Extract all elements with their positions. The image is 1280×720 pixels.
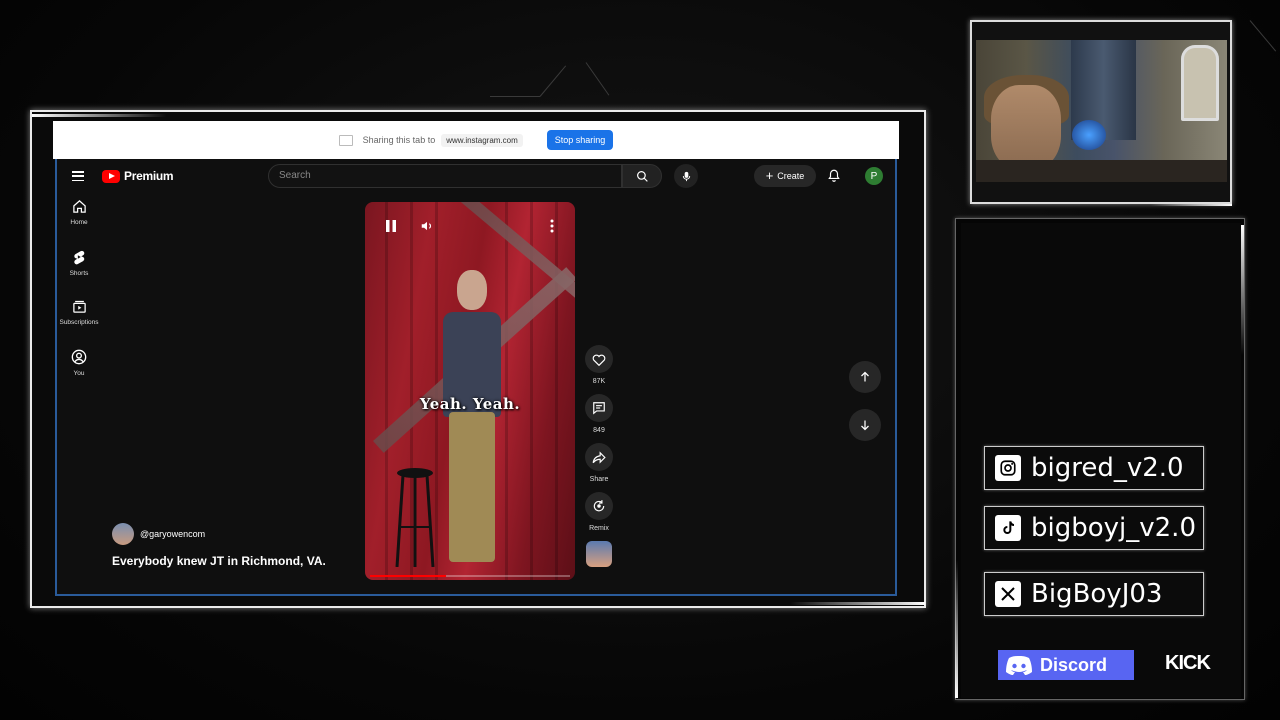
tiktok-handle: bigboyj_v2.0	[1031, 513, 1196, 543]
sound-thumbnail[interactable]	[586, 541, 612, 567]
frame-glow	[790, 602, 925, 605]
more-options-icon[interactable]	[549, 219, 555, 233]
kick-logo: KICK	[1165, 652, 1211, 674]
screen-share-icon	[338, 134, 353, 146]
user-icon	[71, 349, 87, 365]
tiktok-badge: bigboyj_v2.0	[984, 506, 1204, 550]
x-handle: BigBoyJ03	[1031, 579, 1163, 609]
channel-handle[interactable]: @garyowencom	[140, 529, 205, 539]
sharing-text: Sharing this tab to	[362, 135, 436, 145]
sidebar-item-shorts[interactable]: Shorts	[57, 249, 101, 299]
discord-label: Discord	[1040, 654, 1108, 675]
youtube-play-icon	[102, 169, 120, 183]
plus-icon: +	[765, 168, 774, 183]
search-button[interactable]	[622, 164, 662, 188]
frame-glow	[32, 114, 167, 117]
subscriptions-icon	[72, 300, 86, 313]
remix-label: Remix	[589, 525, 609, 532]
frame-glow	[955, 560, 958, 698]
shorts-action-bar: 87K 849 Share Remix	[582, 345, 616, 567]
shorts-icon	[74, 250, 85, 265]
bell-icon	[828, 169, 840, 182]
sharing-url: www.instagram.com	[441, 133, 523, 147]
progress-fill	[370, 575, 446, 577]
channel-info[interactable]: @garyowencom	[112, 523, 205, 545]
sidebar-item-home[interactable]: Home	[57, 199, 101, 249]
hex-decoration	[1249, 20, 1277, 52]
x-logo-icon	[995, 581, 1021, 607]
sidebar: Home Shorts Subscriptions You	[57, 199, 101, 399]
discord-badge: Discord	[998, 650, 1134, 680]
tab-sharing-bar: Sharing this tab to www.instagram.com St…	[53, 121, 899, 159]
hex-decoration	[539, 65, 567, 97]
share-icon	[592, 450, 606, 464]
comedian-figure	[457, 270, 487, 310]
stool	[395, 468, 435, 567]
like-count: 87K	[592, 378, 606, 385]
volume-icon[interactable]	[420, 219, 434, 233]
home-icon	[72, 200, 86, 213]
notifications-button[interactable]	[827, 168, 841, 188]
comedian-figure	[449, 412, 495, 562]
x-badge: BigBoyJ03	[984, 572, 1204, 616]
create-button[interactable]: + Create	[754, 165, 816, 187]
sidebar-item-subscriptions[interactable]: Subscriptions	[57, 299, 101, 349]
share-action[interactable]: Share	[585, 443, 613, 483]
youtube-page: Premium Search + Create P Home Shorts Su…	[55, 159, 897, 596]
remix-action[interactable]: Remix	[585, 492, 613, 532]
pause-icon[interactable]	[385, 219, 397, 233]
stop-sharing-button[interactable]: Stop sharing	[546, 130, 614, 150]
create-label: Create	[777, 171, 805, 181]
hex-decoration	[585, 62, 610, 96]
instagram-badge: bigred_v2.0	[984, 446, 1204, 490]
remix-icon	[593, 500, 605, 512]
comment-count: 849	[593, 427, 605, 434]
share-label: Share	[589, 476, 609, 483]
shorts-video-player[interactable]: Yeah. Yeah.	[365, 202, 575, 580]
search-input[interactable]: Search	[268, 164, 622, 188]
sidebar-item-you[interactable]: You	[57, 349, 101, 399]
hex-decoration	[490, 96, 540, 97]
sidebar-item-label: You	[73, 370, 85, 377]
sidebar-item-label: Subscriptions	[59, 319, 99, 326]
like-action[interactable]: 87K	[585, 345, 613, 385]
microphone-icon	[682, 171, 690, 181]
heart-icon	[592, 354, 606, 366]
sidebar-item-label: Shorts	[69, 270, 89, 277]
voice-search-button[interactable]	[674, 164, 698, 188]
next-video-button[interactable]	[849, 409, 881, 441]
youtube-header: Premium Search + Create P	[57, 159, 895, 195]
instagram-handle: bigred_v2.0	[1031, 453, 1184, 483]
comment-icon	[593, 402, 605, 415]
logo-text: Premium	[124, 169, 174, 183]
video-progress-bar[interactable]	[370, 575, 570, 577]
frame-glow	[1241, 225, 1244, 355]
arrow-down-icon	[861, 420, 869, 431]
search-icon	[636, 170, 648, 182]
frame-glow	[1150, 204, 1232, 206]
sidebar-item-label: Home	[70, 219, 88, 226]
comment-action[interactable]: 849	[585, 394, 613, 434]
instagram-icon	[995, 455, 1021, 481]
arrow-up-icon	[861, 371, 869, 382]
menu-icon[interactable]	[72, 171, 84, 181]
youtube-logo[interactable]: Premium	[102, 169, 174, 183]
webcam-feed	[976, 40, 1227, 182]
channel-avatar[interactable]	[112, 523, 134, 545]
video-caption: Yeah. Yeah.	[419, 395, 521, 413]
video-title[interactable]: Everybody knew JT in Richmond, VA.	[112, 554, 326, 568]
previous-video-button[interactable]	[849, 361, 881, 393]
discord-icon	[1006, 656, 1032, 675]
tiktok-icon	[995, 515, 1021, 541]
account-avatar[interactable]: P	[865, 167, 883, 185]
